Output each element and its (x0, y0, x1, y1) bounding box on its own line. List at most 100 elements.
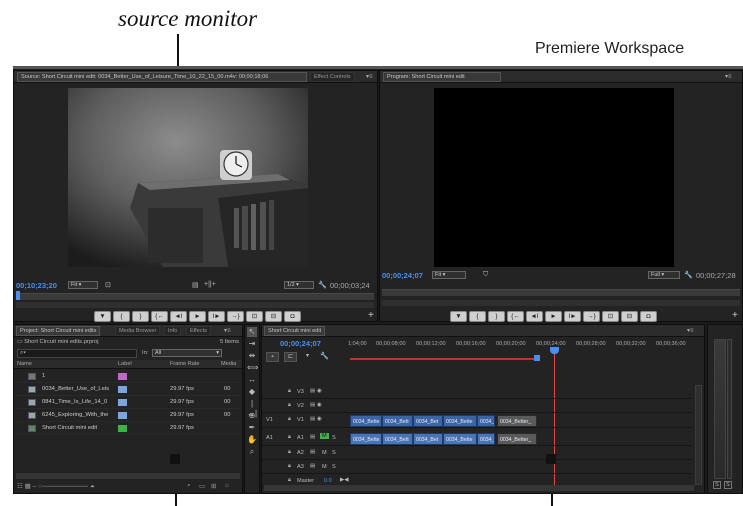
add-marker-icon[interactable]: ▾ (306, 352, 309, 359)
lock-icon[interactable]: 🔒︎ (288, 402, 291, 409)
drag-video-icon[interactable]: ▤ (192, 281, 199, 289)
col-media[interactable]: Media (221, 360, 236, 368)
program-play-button[interactable]: ► (545, 311, 562, 322)
snap-button[interactable]: ⫠ (266, 352, 279, 362)
project-item-row[interactable]: 0034_Better_Use_of_Leis 29.97 fps 00 (14, 383, 242, 396)
program-export-frame-button[interactable]: ◘ (640, 311, 657, 322)
list-view-icon[interactable]: ☷ (17, 483, 23, 490)
sequence-tab[interactable]: Short Circuit mini edit (264, 326, 326, 336)
extract-button[interactable]: ⊟ (621, 311, 638, 322)
timeline-settings-wrench-icon[interactable]: 🔧 (320, 352, 329, 360)
program-settings-wrench-icon[interactable]: 🔧 (684, 271, 693, 279)
program-timecode[interactable]: 00;00;24;07 (382, 271, 423, 280)
razor-tool-icon[interactable]: ◆ (247, 387, 257, 397)
new-item-icon[interactable]: ⊞ (211, 482, 216, 490)
lock-icon[interactable]: 🔒︎ (288, 388, 291, 395)
program-monitor-tab[interactable]: Program: Short Circuit mini edit (383, 72, 501, 82)
video-clip[interactable]: 0034_Bette (350, 415, 382, 427)
project-panel-menu-icon[interactable]: ▾≡ (224, 327, 231, 334)
in-out-range-bar[interactable] (534, 355, 540, 361)
col-frame-rate[interactable]: Frame Rate (170, 360, 200, 368)
source-patch-v1[interactable]: V1 (266, 417, 273, 423)
export-frame-button[interactable]: ◘ (284, 311, 301, 322)
audio-clip[interactable]: 0034_Better_ (497, 433, 537, 445)
source-timecode[interactable]: 00;10;23;20 (16, 281, 57, 290)
overwrite-button[interactable]: ⊟ (265, 311, 282, 322)
video-clip[interactable]: 0034_ (477, 415, 495, 427)
program-marker-icon[interactable]: ⛉ (483, 271, 488, 279)
insert-button[interactable]: ⊡ (246, 311, 263, 322)
source-scrub-bar[interactable] (16, 293, 374, 300)
meter-solo-right[interactable]: S (724, 481, 732, 489)
find-icon[interactable]: ⌕ (187, 482, 191, 490)
program-go-to-out-button[interactable]: →} (583, 311, 600, 322)
solo-button[interactable]: S (332, 464, 336, 470)
slide-tool-icon[interactable]: ⊕ (247, 411, 257, 421)
lift-button[interactable]: ⊡ (602, 311, 619, 322)
selection-tool-icon[interactable]: ↖ (247, 327, 257, 337)
zoom-tool-icon[interactable]: ⌕ (247, 447, 257, 457)
sync-lock-icon[interactable]: ▤ (310, 463, 315, 469)
go-to-in-button[interactable]: {← (151, 311, 168, 322)
toggle-output-icon[interactable]: ▤ ◉ (310, 402, 322, 408)
video-clip[interactable]: 0034_Better_ (497, 415, 537, 427)
program-mark-in-button[interactable]: { (469, 311, 486, 322)
solo-button[interactable]: S (332, 435, 336, 441)
program-step-back-button[interactable]: ◄I (526, 311, 543, 322)
project-item-row[interactable]: Short Circuit mini edit 29.97 fps (14, 422, 242, 435)
meter-solo-left[interactable]: S (713, 481, 721, 489)
program-mark-out-button[interactable]: } (488, 311, 505, 322)
video-clip[interactable]: 0034_Bet (413, 415, 443, 427)
project-horizontal-scrollbar[interactable] (16, 473, 240, 479)
sync-lock-icon[interactable]: ▤ (310, 449, 315, 455)
track-select-tool-icon[interactable]: ⇥ (247, 339, 257, 349)
audio-clip[interactable]: 0034_Bette (350, 433, 382, 445)
effects-tab[interactable]: Effects (186, 326, 211, 336)
toggle-output-icon[interactable]: ▤ ◉ (310, 416, 322, 422)
video-clip[interactable]: 0034_Bett (382, 415, 413, 427)
icon-view-icon[interactable]: ▦ (25, 483, 31, 490)
work-area-bar[interactable] (350, 358, 534, 360)
program-fit-select[interactable]: Fit ▾ (432, 271, 466, 279)
playhead-handle[interactable] (550, 347, 559, 354)
program-scrub-bar[interactable] (382, 289, 740, 296)
step-back-button[interactable]: ◄I (170, 311, 187, 322)
slip-tool-icon[interactable]: |↔| (247, 399, 257, 418)
video-clip[interactable]: 0034_Bette (443, 415, 477, 427)
audio-clip[interactable]: 0034_Bette (443, 433, 477, 445)
lock-icon[interactable]: 🔒︎ (288, 463, 291, 470)
step-forward-button[interactable]: I► (208, 311, 225, 322)
media-browser-tab[interactable]: Media Browser (115, 326, 161, 336)
project-item-row[interactable]: 6245_Exploring_With_the 29.97 fps 00 (14, 409, 242, 422)
lock-icon[interactable]: 🔒︎ (288, 449, 291, 456)
label-swatch[interactable] (118, 386, 127, 393)
timeline-timecode[interactable]: 00;00;24;07 (280, 339, 321, 348)
mute-button[interactable]: M (322, 450, 327, 456)
source-fit-select[interactable]: Fit ▾ (68, 281, 98, 289)
program-step-forward-button[interactable]: I► (564, 311, 581, 322)
trash-icon[interactable]: ⌂ (225, 482, 229, 489)
toggle-output-icon[interactable]: ▤ ◉ (310, 388, 322, 394)
mark-in-button[interactable]: { (113, 311, 130, 322)
project-tab[interactable]: Project: Short Circuit mini edits (16, 326, 101, 336)
rate-stretch-tool-icon[interactable]: ↔ (247, 375, 257, 385)
source-resolution-select[interactable]: 1/2 ▾ (284, 281, 314, 289)
timeline-vertical-scrollbar[interactable] (695, 385, 702, 485)
audio-track-a3[interactable]: 🔒︎ A3 ▤ M S (262, 460, 692, 474)
hand-tool-icon[interactable]: ✋ (247, 435, 257, 445)
marker-icon[interactable]: ⊡ (105, 281, 111, 289)
source-playhead[interactable] (16, 291, 20, 300)
info-tab[interactable]: Info (164, 326, 182, 336)
lock-icon[interactable]: 🔒︎ (288, 477, 291, 484)
col-name[interactable]: Name (17, 360, 32, 368)
video-track-v2[interactable]: 🔒︎ V2 ▤ ◉ (262, 399, 692, 413)
audio-clip[interactable]: 0034_Bett (382, 433, 413, 445)
project-item-row[interactable]: 0841_Time_Is_Life_14_0 29.97 fps 00 (14, 396, 242, 409)
timeline-ruler[interactable]: 1;04;00 00;00;08;00 00;00;12;00 00;00;16… (348, 339, 704, 349)
mark-out-button[interactable]: } (132, 311, 149, 322)
panel-menu-icon[interactable]: ▾≡ (366, 73, 373, 80)
label-swatch[interactable] (118, 373, 127, 380)
play-button[interactable]: ► (189, 311, 206, 322)
project-search-input[interactable]: ⌕▾ (17, 349, 137, 358)
label-swatch[interactable] (118, 425, 127, 432)
